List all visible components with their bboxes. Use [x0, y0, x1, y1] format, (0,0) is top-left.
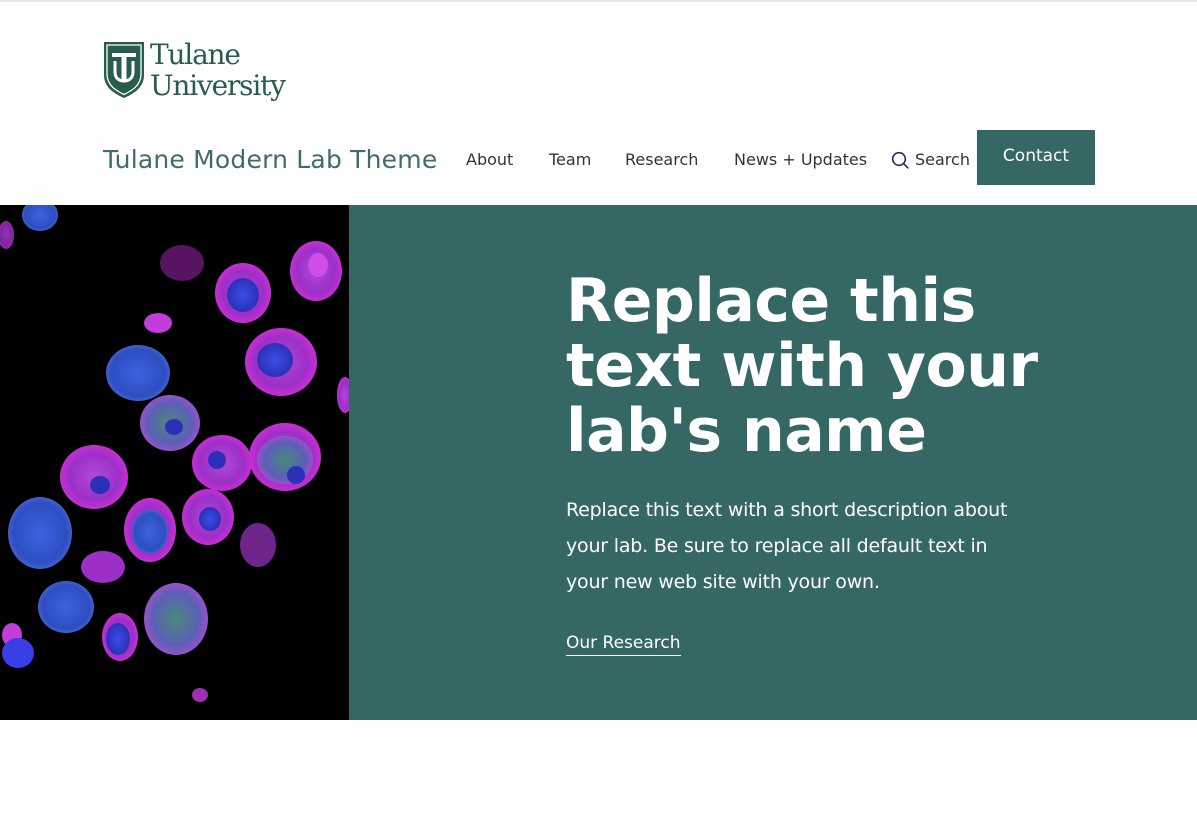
search-button[interactable]: Search	[891, 150, 970, 170]
microscopy-cells-image	[0, 205, 349, 720]
logo-wordmark: Tulane University	[150, 38, 286, 102]
hero-section: Replace this text with your lab's name R…	[0, 205, 1197, 720]
nav-item-news-updates[interactable]: News + Updates	[734, 150, 867, 170]
contact-button[interactable]: Contact	[977, 130, 1095, 185]
hero-description: Replace this text with a short descripti…	[566, 499, 1008, 593]
logo-line-2: University	[150, 69, 286, 102]
hero-title: Replace this text with your lab's name	[566, 266, 1038, 466]
nav-item-about[interactable]: About	[466, 150, 513, 170]
tulane-shield-icon	[104, 42, 144, 98]
site-title[interactable]: Tulane Modern Lab Theme	[103, 145, 437, 175]
nav-item-team[interactable]: Team	[549, 150, 591, 170]
search-icon	[891, 151, 909, 169]
our-research-link[interactable]: Our Research	[566, 632, 681, 656]
tulane-university-logo[interactable]: Tulane University	[103, 39, 303, 103]
nav-item-research[interactable]: Research	[625, 150, 698, 170]
top-border	[0, 0, 1197, 2]
search-label: Search	[915, 150, 970, 169]
cells-illustration	[0, 205, 349, 720]
logo-line-1: Tulane	[150, 38, 241, 71]
